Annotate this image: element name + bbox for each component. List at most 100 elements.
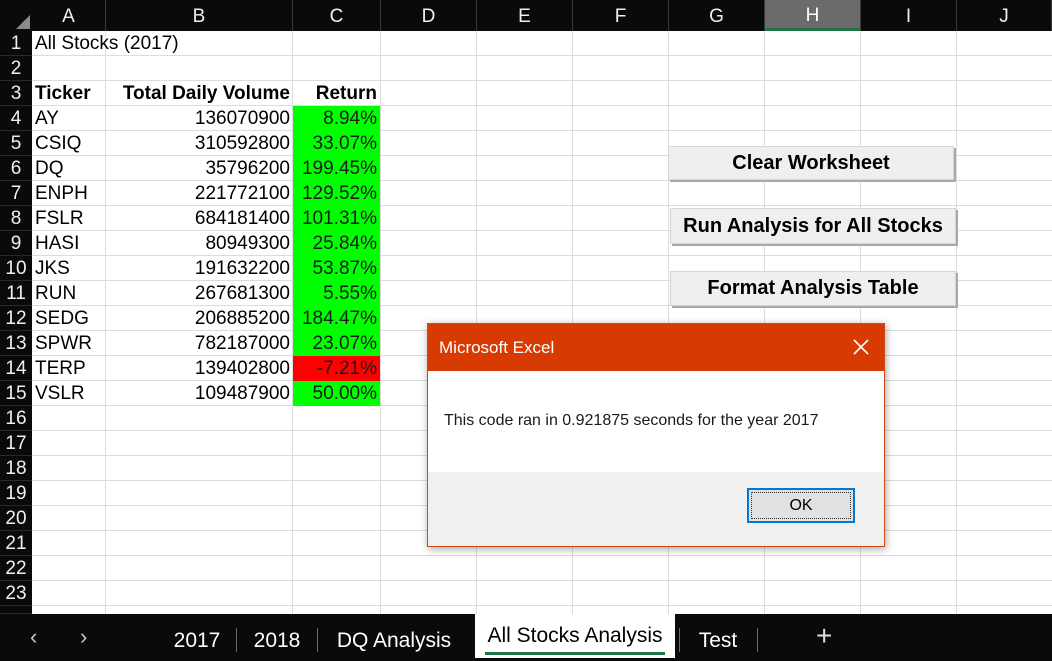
dialog-title-bar[interactable]: Microsoft Excel	[428, 324, 884, 371]
return-cell[interactable]: 50.00%	[293, 381, 380, 406]
plus-icon[interactable]: +	[816, 620, 832, 652]
volume-cell[interactable]: 109487900	[106, 381, 290, 406]
sheet-tab-bar: ‹ › 2017 2018 DQ Analysis All Stocks Ana…	[0, 614, 1052, 661]
chevron-left-icon[interactable]: ‹	[30, 624, 37, 650]
tab-separator	[679, 628, 680, 652]
row-header[interactable]: 6	[0, 156, 32, 181]
dialog-title: Microsoft Excel	[439, 338, 555, 357]
tab-test[interactable]: Test	[683, 622, 753, 658]
ticker-cell[interactable]: AY	[35, 106, 105, 131]
volume-cell[interactable]: 206885200	[106, 306, 290, 331]
tab-2018[interactable]: 2018	[240, 622, 314, 658]
column-header-a[interactable]: A	[32, 0, 106, 31]
header-volume-cell[interactable]: Total Daily Volume	[106, 81, 290, 106]
format-analysis-table-button[interactable]: Format Analysis Table	[670, 271, 956, 306]
volume-cell[interactable]: 221772100	[106, 181, 290, 206]
row-header[interactable]: 13	[0, 331, 32, 356]
volume-cell[interactable]: 35796200	[106, 156, 290, 181]
row-header[interactable]: 1	[0, 31, 32, 56]
ticker-cell[interactable]: SEDG	[35, 306, 105, 331]
clear-worksheet-button[interactable]: Clear Worksheet	[668, 146, 954, 180]
close-icon[interactable]	[850, 336, 872, 358]
chevron-right-icon[interactable]: ›	[80, 624, 87, 650]
active-tab-label: All Stocks Analysis	[487, 624, 663, 647]
row-header[interactable]: 16	[0, 406, 32, 431]
volume-cell[interactable]: 310592800	[106, 131, 290, 156]
column-header-h[interactable]: H	[765, 0, 861, 31]
return-cell[interactable]: 101.31%	[293, 206, 380, 231]
return-cell[interactable]: 184.47%	[293, 306, 380, 331]
row-header[interactable]: 20	[0, 506, 32, 531]
return-cell[interactable]: 33.07%	[293, 131, 380, 156]
tab-separator	[236, 628, 237, 652]
column-header-d[interactable]: D	[381, 0, 477, 31]
message-dialog: Microsoft Excel This code ran in 0.92187…	[427, 323, 885, 547]
column-header-f[interactable]: F	[573, 0, 669, 31]
row-header[interactable]: 23	[0, 581, 32, 606]
row-header[interactable]: 15	[0, 381, 32, 406]
row-header[interactable]: 17	[0, 431, 32, 456]
ticker-cell[interactable]: VSLR	[35, 381, 105, 406]
volume-cell[interactable]: 782187000	[106, 331, 290, 356]
header-ticker-cell[interactable]: Ticker	[35, 81, 105, 106]
return-cell[interactable]: 129.52%	[293, 181, 380, 206]
volume-cell[interactable]: 80949300	[106, 231, 290, 256]
tab-separator	[757, 628, 758, 652]
row-header[interactable]: 11	[0, 281, 32, 306]
return-cell[interactable]: 5.55%	[293, 281, 380, 306]
run-analysis-button[interactable]: Run Analysis for All Stocks	[670, 208, 956, 244]
return-cell[interactable]: 8.94%	[293, 106, 380, 131]
ticker-cell[interactable]: SPWR	[35, 331, 105, 356]
tab-2017[interactable]: 2017	[160, 622, 234, 658]
dialog-footer: OK	[428, 472, 884, 546]
row-header[interactable]: 9	[0, 231, 32, 256]
volume-cell[interactable]: 267681300	[106, 281, 290, 306]
row-header[interactable]: 8	[0, 206, 32, 231]
ticker-cell[interactable]: CSIQ	[35, 131, 105, 156]
return-cell[interactable]: 199.45%	[293, 156, 380, 181]
ticker-cell[interactable]: RUN	[35, 281, 105, 306]
volume-cell[interactable]: 684181400	[106, 206, 290, 231]
ticker-cell[interactable]: DQ	[35, 156, 105, 181]
column-header-b[interactable]: B	[106, 0, 293, 31]
row-header[interactable]: 18	[0, 456, 32, 481]
row-header[interactable]: 12	[0, 306, 32, 331]
ticker-cell[interactable]: FSLR	[35, 206, 105, 231]
volume-cell[interactable]: 191632200	[106, 256, 290, 281]
header-return-cell[interactable]: Return	[293, 81, 380, 106]
volume-cell[interactable]: 139402800	[106, 356, 290, 381]
select-all-button[interactable]	[0, 0, 32, 31]
row-header[interactable]: 2	[0, 56, 32, 81]
sheet-title-cell[interactable]: All Stocks (2017)	[35, 31, 179, 56]
return-cell[interactable]: 25.84%	[293, 231, 380, 256]
ok-focus-ring	[751, 492, 851, 519]
row-header[interactable]: 14	[0, 356, 32, 381]
tab-dq-analysis[interactable]: DQ Analysis	[322, 622, 466, 658]
row-header[interactable]: 5	[0, 131, 32, 156]
column-header-g[interactable]: G	[669, 0, 765, 31]
ok-button[interactable]: OK	[747, 488, 855, 523]
ticker-cell[interactable]: TERP	[35, 356, 105, 381]
row-header-partial[interactable]	[0, 606, 32, 614]
row-header[interactable]: 10	[0, 256, 32, 281]
row-header[interactable]: 21	[0, 531, 32, 556]
ticker-cell[interactable]: HASI	[35, 231, 105, 256]
row-header[interactable]: 7	[0, 181, 32, 206]
return-cell[interactable]: -7.21%	[293, 356, 380, 381]
column-header-bar: A B C D E F G H I J	[0, 0, 1052, 31]
row-header[interactable]: 19	[0, 481, 32, 506]
volume-cell[interactable]: 136070900	[106, 106, 290, 131]
row-header[interactable]: 4	[0, 106, 32, 131]
tab-all-stocks-analysis[interactable]: All Stocks Analysis	[475, 614, 675, 658]
ticker-cell[interactable]: ENPH	[35, 181, 105, 206]
return-cell[interactable]: 53.87%	[293, 256, 380, 281]
dialog-message: This code ran in 0.921875 seconds for th…	[444, 412, 819, 429]
row-header[interactable]: 3	[0, 81, 32, 106]
ticker-cell[interactable]: JKS	[35, 256, 105, 281]
column-header-c[interactable]: C	[293, 0, 381, 31]
return-cell[interactable]: 23.07%	[293, 331, 380, 356]
column-header-e[interactable]: E	[477, 0, 573, 31]
column-header-i[interactable]: I	[861, 0, 957, 31]
column-header-j[interactable]: J	[957, 0, 1052, 31]
row-header[interactable]: 22	[0, 556, 32, 581]
